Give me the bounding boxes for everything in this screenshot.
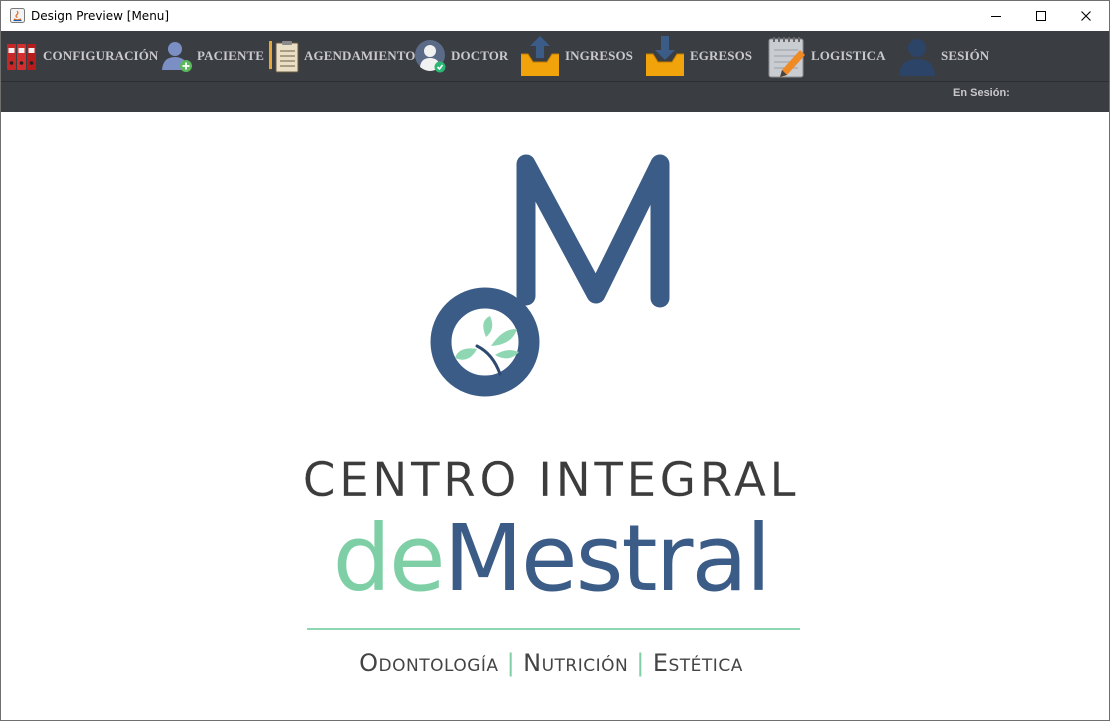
tagline-odontologia: Odontología: [359, 649, 499, 677]
menu-item-ingresos[interactable]: INGRESOS: [517, 31, 633, 81]
menu-label-agendamiento: AGENDAMIENTO: [304, 48, 416, 63]
menu-label-sesion: SESIÓN: [941, 48, 990, 63]
menu-label-logistica: LOGISTICA: [811, 48, 886, 63]
add-patient-icon: [159, 36, 195, 76]
tagline-separator: |: [636, 649, 645, 677]
app-window: Design Preview [Menu] CONFIGURACIÓN PACI…: [0, 0, 1110, 721]
close-button[interactable]: [1063, 1, 1109, 31]
logo-mark: [430, 154, 670, 397]
inbox-upload-icon: [517, 36, 563, 76]
menu-item-doctor[interactable]: DOCTOR: [413, 31, 508, 81]
logo-title-line: CENTRO INTEGRAL: [302, 453, 800, 508]
session-label: En Sesión:: [953, 87, 1010, 99]
menu-label-ingresos: INGRESOS: [565, 48, 633, 63]
main-menu-bar: CONFIGURACIÓN PACIENTE AGENDAMIENTO DOCT…: [1, 31, 1109, 81]
minimize-button[interactable]: [973, 1, 1019, 31]
doctor-icon: [413, 36, 449, 76]
tagline-separator: |: [506, 649, 516, 677]
java-app-icon: [10, 8, 25, 23]
logo-de-text: de: [332, 505, 446, 612]
menu-item-paciente[interactable]: PACIENTE: [159, 31, 264, 81]
session-status-bar: En Sesión:: [1, 81, 1109, 112]
minimize-icon: [991, 16, 1001, 17]
tagline-estetica: Estética: [652, 649, 743, 677]
menu-label-paciente: PACIENTE: [197, 48, 265, 63]
notepad-edit-icon: [765, 36, 809, 78]
menu-item-configuracion[interactable]: CONFIGURACIÓN: [5, 31, 158, 81]
logo-divider: [307, 628, 800, 630]
logo-tagline: Odontología | Nutrición | Estética: [241, 649, 861, 677]
menu-label-egresos: EGRESOS: [690, 48, 753, 63]
maximize-button[interactable]: [1018, 1, 1064, 31]
menu-item-sesion[interactable]: SESIÓN: [895, 31, 989, 81]
menu-item-agendamiento[interactable]: AGENDAMIENTO: [266, 31, 415, 81]
clipboard-icon: [266, 36, 302, 76]
tagline-nutricion: Nutrición: [523, 649, 629, 677]
menu-label-doctor: DOCTOR: [451, 48, 509, 63]
logo-mestral-text: Mestral: [443, 505, 772, 612]
binders-icon: [5, 36, 41, 76]
title-bar[interactable]: Design Preview [Menu]: [1, 1, 1109, 31]
inbox-download-icon: [642, 36, 688, 76]
menu-item-logistica[interactable]: LOGISTICA: [765, 31, 886, 81]
window-title: Design Preview [Menu]: [31, 9, 170, 23]
menu-item-egresos[interactable]: EGRESOS: [642, 31, 752, 81]
close-icon: [1081, 11, 1091, 21]
user-icon: [895, 36, 939, 76]
maximize-icon: [1036, 11, 1046, 21]
logo-name-line: deMestral: [241, 509, 861, 609]
menu-label-configuracion: CONFIGURACIÓN: [43, 48, 159, 63]
